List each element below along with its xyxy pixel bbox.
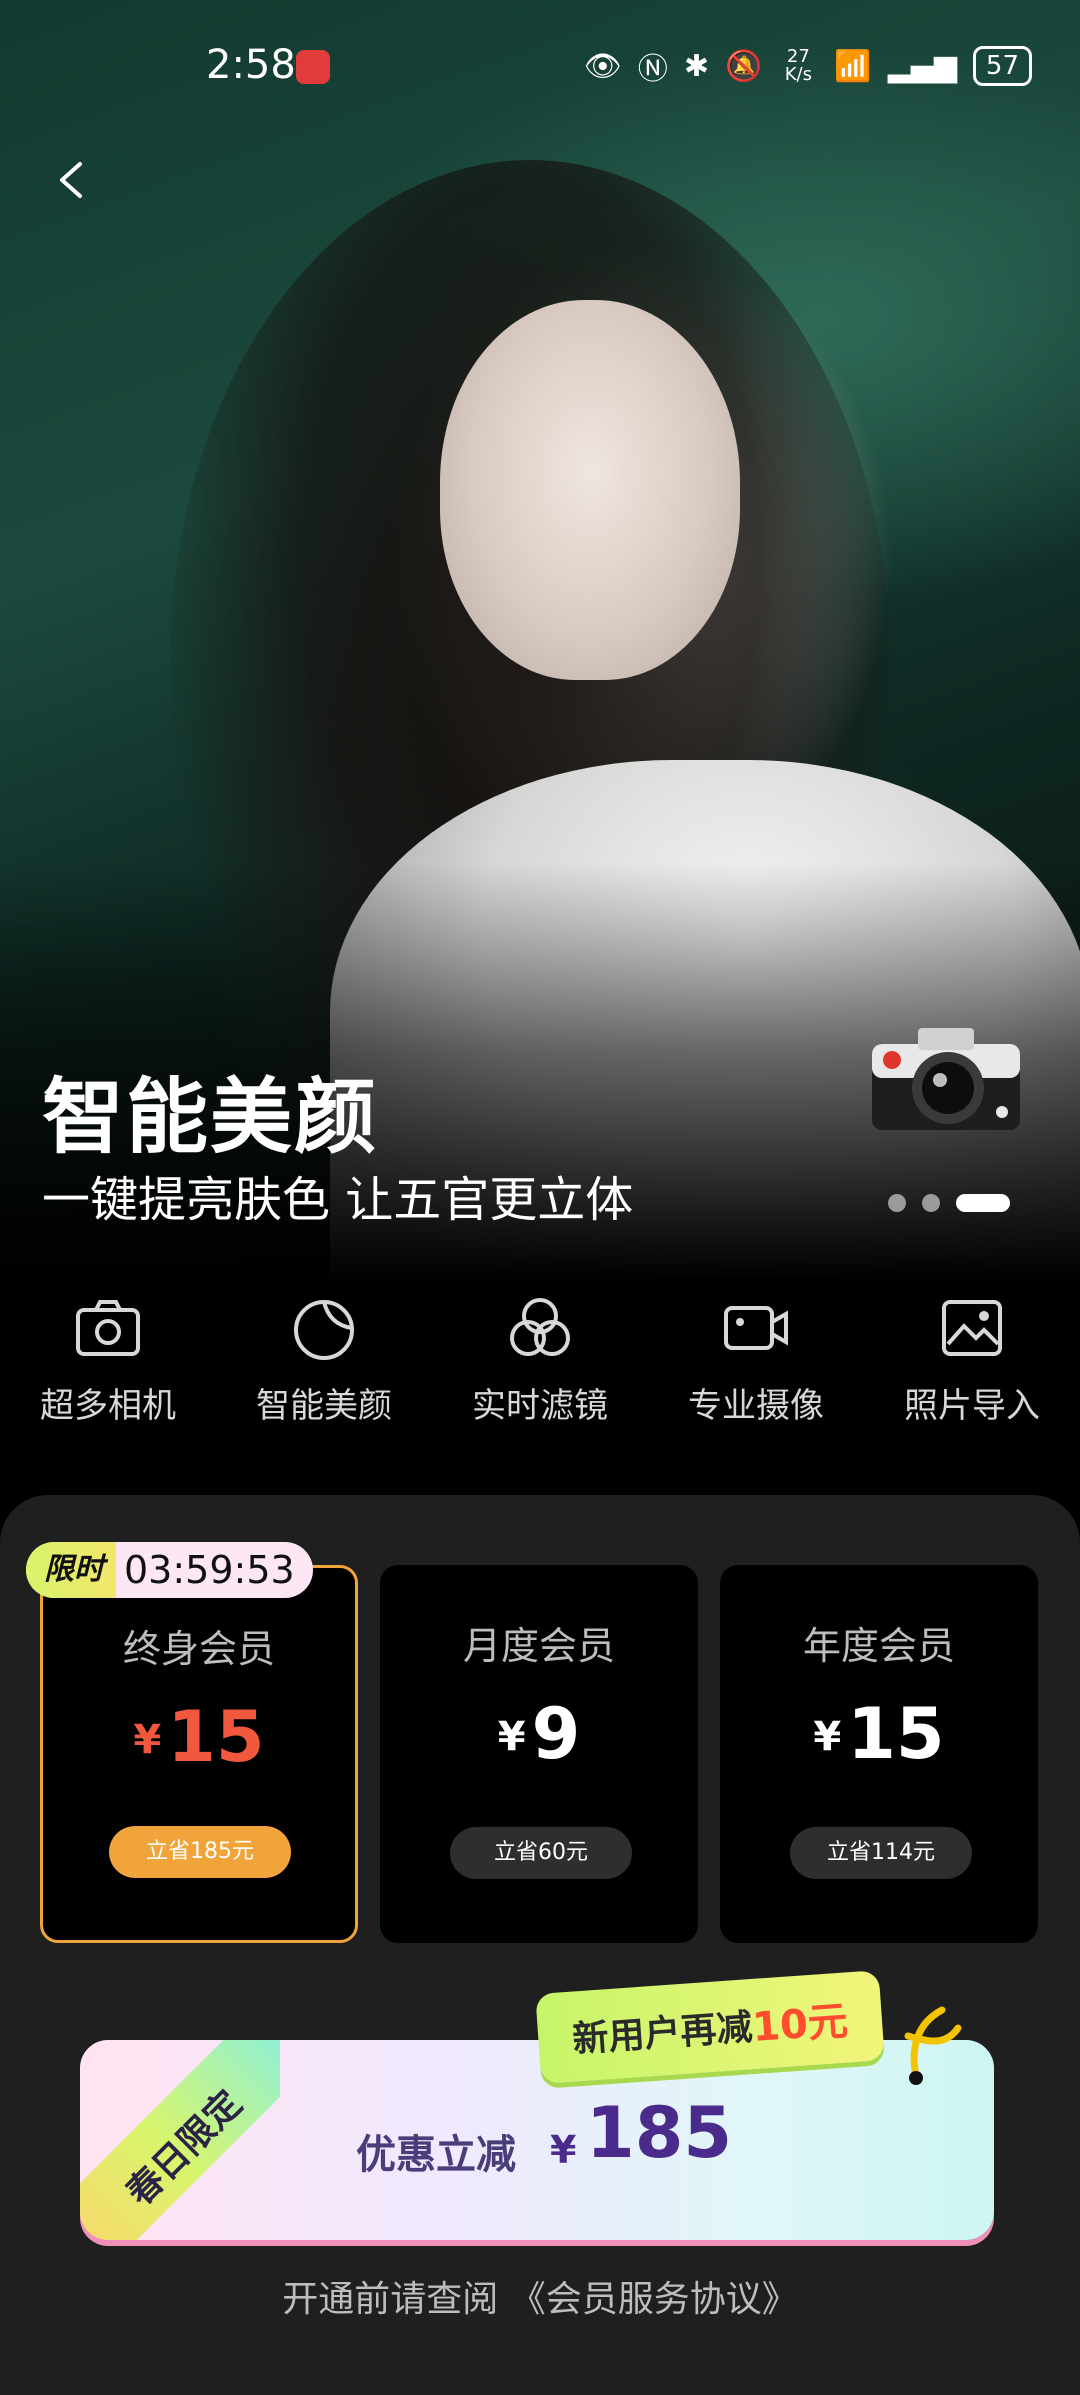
plan-price: ¥15 [720, 1693, 1038, 1775]
promo-corner-tag: 春日限定 [80, 2040, 280, 2240]
plan-name: 终身会员 [122, 1627, 275, 1671]
promo-currency: ¥ [550, 2128, 577, 2172]
signal-icon: ▂▄▆ [887, 48, 957, 84]
currency-symbol: ¥ [497, 1714, 526, 1760]
feature-list: 超多相机 智能美颜 实时滤镜 专业摄像 照片导入 [0, 1282, 1080, 1482]
plan-name: 月度会员 [462, 1624, 615, 1668]
plan-lifetime[interactable]: 终身会员 ¥15 立省185元 [40, 1565, 358, 1943]
status-bar: 2:58 👁 Ⓝ ✱ 🔕 27 K/s 📶 ▂▄▆ 57 [0, 0, 1080, 140]
plan-yearly[interactable]: 年度会员 ¥15 立省114元 [720, 1565, 1038, 1943]
plan-save-badge: 立省185元 [109, 1826, 291, 1878]
image-icon [942, 1300, 1002, 1356]
feature-label: 实时滤镜 [472, 1386, 608, 1426]
hero-subtitle: 一键提亮肤色 让五官更立体 [42, 1172, 634, 1228]
agreement-link[interactable]: 开通前请查阅 《会员服务协议》 [0, 2270, 1080, 2322]
carousel-indicator [888, 1194, 1010, 1212]
carousel-dot-active[interactable] [956, 1194, 1010, 1212]
promo-label: 优惠立减 [356, 2132, 516, 2178]
plan-save-badge: 立省60元 [450, 1827, 632, 1879]
price-value: 9 [531, 1693, 581, 1775]
plan-monthly[interactable]: 月度会员 ¥9 立省60元 [380, 1565, 698, 1943]
feature-label: 超多相机 [40, 1386, 176, 1426]
bluetooth-icon: ✱ [683, 48, 709, 84]
hero-title: 智能美颜 [42, 1070, 379, 1165]
price-value: 15 [167, 1696, 265, 1778]
plan-price: ¥9 [380, 1693, 698, 1775]
promo-amount: 185 [586, 2092, 733, 2174]
carousel-dot[interactable] [888, 1194, 906, 1212]
camera-icon [76, 1300, 140, 1356]
nfc-icon: Ⓝ [637, 52, 668, 87]
feature-label: 照片导入 [904, 1386, 1040, 1426]
currency-symbol: ¥ [813, 1714, 842, 1760]
feature-filter: 实时滤镜 [432, 1282, 648, 1482]
ribbon-icon [904, 2006, 962, 2085]
currency-symbol: ¥ [133, 1717, 162, 1763]
limited-time-countdown: 限时 03:59:53 [26, 1542, 313, 1598]
video-icon [724, 1306, 788, 1350]
hero-photo-face [440, 300, 740, 680]
feature-photo-import: 照片导入 [864, 1282, 1080, 1482]
new-user-text: 新用户再减 [571, 2007, 754, 2061]
plan-name: 年度会员 [802, 1624, 955, 1668]
feature-video: 专业摄像 [648, 1282, 864, 1482]
wifi-icon: 📶 [834, 48, 872, 84]
feature-label: 智能美颜 [256, 1386, 392, 1426]
purchase-button[interactable]: 春日限定 优惠立减 ¥ 185 [80, 2040, 994, 2240]
battery-icon: 57 [972, 46, 1032, 86]
countdown-value: 03:59:53 [124, 1548, 295, 1592]
feature-multi-camera: 超多相机 [0, 1282, 216, 1482]
filter-icon [510, 1298, 570, 1356]
carousel-dot[interactable] [922, 1194, 940, 1212]
new-user-amount: 10元 [750, 1998, 850, 2051]
mute-icon: 🔕 [724, 48, 763, 84]
camera-illustration-icon [872, 1028, 1020, 1130]
plan-save-badge: 立省114元 [790, 1827, 972, 1879]
plan-price: ¥15 [43, 1696, 355, 1778]
feature-beauty: 智能美颜 [216, 1282, 432, 1482]
status-time: 2:58 [206, 42, 296, 88]
back-icon[interactable] [52, 160, 92, 200]
feature-label: 专业摄像 [688, 1386, 824, 1426]
limited-tag: 限时 [26, 1542, 116, 1598]
app-notification-icon [296, 50, 330, 84]
beauty-icon [294, 1300, 354, 1360]
eye-icon: 👁 [583, 48, 622, 84]
price-value: 15 [847, 1693, 945, 1775]
hero-banner[interactable]: 2:58 👁 Ⓝ ✱ 🔕 27 K/s 📶 ▂▄▆ 57 智能美颜 一键提亮肤色… [0, 0, 1080, 1282]
net-speed: 27 K/s [784, 46, 812, 85]
